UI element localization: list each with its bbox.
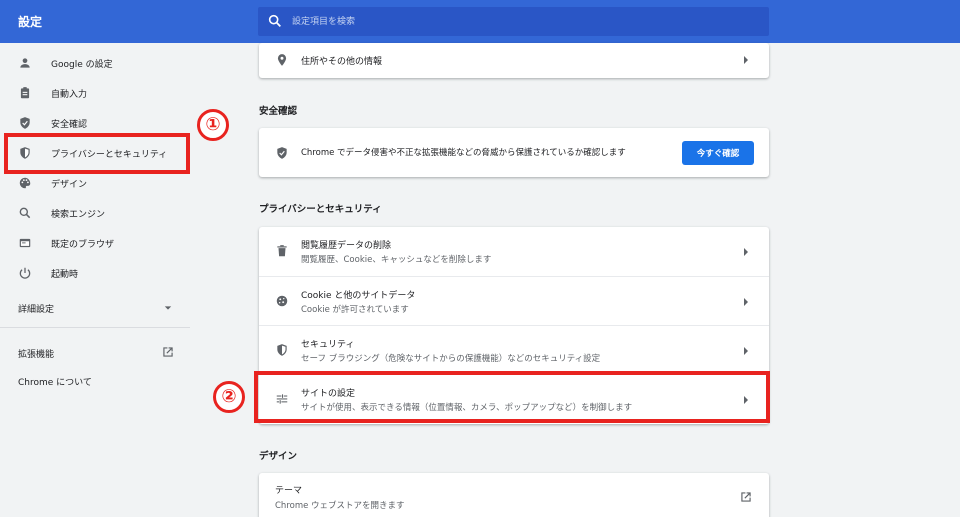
- row-title: 閲覧履歴データの削除: [301, 241, 392, 251]
- browser-icon: [19, 238, 31, 248]
- arrow-right-icon: [744, 248, 748, 256]
- open-in-new-icon: [163, 347, 173, 357]
- palette-icon: [19, 177, 31, 189]
- arrow-right-icon: [744, 56, 748, 64]
- arrow-right-icon: [744, 347, 748, 355]
- search-input[interactable]: [292, 7, 752, 36]
- sidebar: Google の設定 自動入力 安全確認 プライバシーとセキュリティ デザイン …: [0, 43, 190, 517]
- search-box[interactable]: [258, 7, 769, 36]
- trash-icon: [277, 245, 287, 257]
- row-subtitle: セーフ ブラウジング（危険なサイトからの保護機能）などのセキュリティ設定: [301, 354, 601, 364]
- sidebar-item-google[interactable]: Google の設定: [0, 48, 190, 78]
- advanced-toggle[interactable]: 詳細設定: [18, 299, 178, 317]
- row-subtitle: 閲覧履歴、Cookie、キャッシュなどを削除します: [301, 255, 492, 265]
- power-icon: [19, 267, 31, 279]
- sidebar-item-search-engine[interactable]: 検索エンジン: [0, 198, 190, 228]
- row-subtitle: Cookie が許可されています: [301, 305, 409, 315]
- sidebar-item-on-startup[interactable]: 起動時: [0, 258, 190, 288]
- advanced-label: 詳細設定: [18, 305, 55, 315]
- autofill-card: 住所やその他の情報: [259, 43, 769, 78]
- extensions-label: 拡張機能: [18, 350, 55, 360]
- check-now-button[interactable]: 今すぐ確認: [682, 141, 754, 165]
- design-section-title: デザイン: [259, 451, 298, 462]
- search-icon: [19, 207, 31, 219]
- safety-section-title: 安全確認: [259, 106, 298, 117]
- settings-page: 設定 Google の設定 自動入力 安全確認 プライバシーとセキュリティ デザ…: [0, 0, 960, 517]
- shield-check-icon: [20, 117, 30, 129]
- safety-card: Chrome でデータ侵害や不正な拡張機能などの脅威から保護されているか確認しま…: [259, 128, 769, 177]
- safety-text: Chrome でデータ侵害や不正な拡張機能などの脅威から保護されているか確認しま…: [301, 148, 626, 158]
- sidebar-item-default-browser[interactable]: 既定のブラウザ: [0, 228, 190, 258]
- sidebar-divider: [0, 327, 190, 328]
- caret-down-icon: [164, 306, 172, 310]
- person-icon: [20, 58, 30, 68]
- sidebar-item-label: デザイン: [51, 180, 88, 190]
- sidebar-item-label: 自動入力: [51, 90, 88, 100]
- row-title: セキュリティ: [301, 340, 355, 350]
- sidebar-item-autofill[interactable]: 自動入力: [0, 78, 190, 108]
- page-title: 設定: [18, 15, 43, 29]
- location-pin-icon: [277, 54, 287, 66]
- search-icon: [268, 14, 281, 27]
- clear-browsing-data-row[interactable]: 閲覧履歴データの削除 閲覧履歴、Cookie、キャッシュなどを削除します: [259, 227, 769, 276]
- annotation-marker-1: ①: [197, 109, 229, 141]
- sidebar-item-label: 既定のブラウザ: [51, 240, 115, 250]
- about-chrome-link[interactable]: Chrome について: [18, 375, 92, 388]
- privacy-section-title: プライバシーとセキュリティ: [259, 204, 382, 215]
- top-bar: 設定: [0, 0, 960, 43]
- sidebar-item-label: Google の設定: [51, 60, 113, 70]
- shield-icon: [277, 344, 287, 356]
- addresses-row[interactable]: 住所やその他の情報: [259, 43, 769, 78]
- row-title: 住所やその他の情報: [301, 57, 383, 67]
- highlight-box-privacy: [4, 133, 190, 174]
- highlight-box-site-settings: [254, 371, 770, 423]
- open-in-new-icon: [741, 492, 751, 502]
- security-row[interactable]: セキュリティ セーフ ブラウジング（危険なサイトからの保護機能）などのセキュリテ…: [259, 325, 769, 374]
- sidebar-item-label: 起動時: [51, 270, 79, 280]
- row-subtitle: Chrome ウェブストアを開きます: [275, 501, 405, 511]
- theme-row[interactable]: テーマ Chrome ウェブストアを開きます: [259, 473, 769, 517]
- row-title: Cookie と他のサイトデータ: [301, 291, 416, 301]
- shield-check-icon: [277, 147, 287, 159]
- annotation-marker-2: ②: [213, 381, 245, 413]
- sidebar-item-label: 検索エンジン: [51, 210, 106, 220]
- arrow-right-icon: [744, 298, 748, 306]
- cookie-icon: [276, 295, 288, 307]
- cookies-row[interactable]: Cookie と他のサイトデータ Cookie が許可されています: [259, 276, 769, 325]
- clipboard-icon: [20, 87, 30, 99]
- extensions-link[interactable]: 拡張機能: [18, 344, 178, 362]
- row-title: テーマ: [275, 486, 303, 496]
- design-card: テーマ Chrome ウェブストアを開きます: [259, 473, 769, 517]
- sidebar-item-label: 安全確認: [51, 120, 88, 130]
